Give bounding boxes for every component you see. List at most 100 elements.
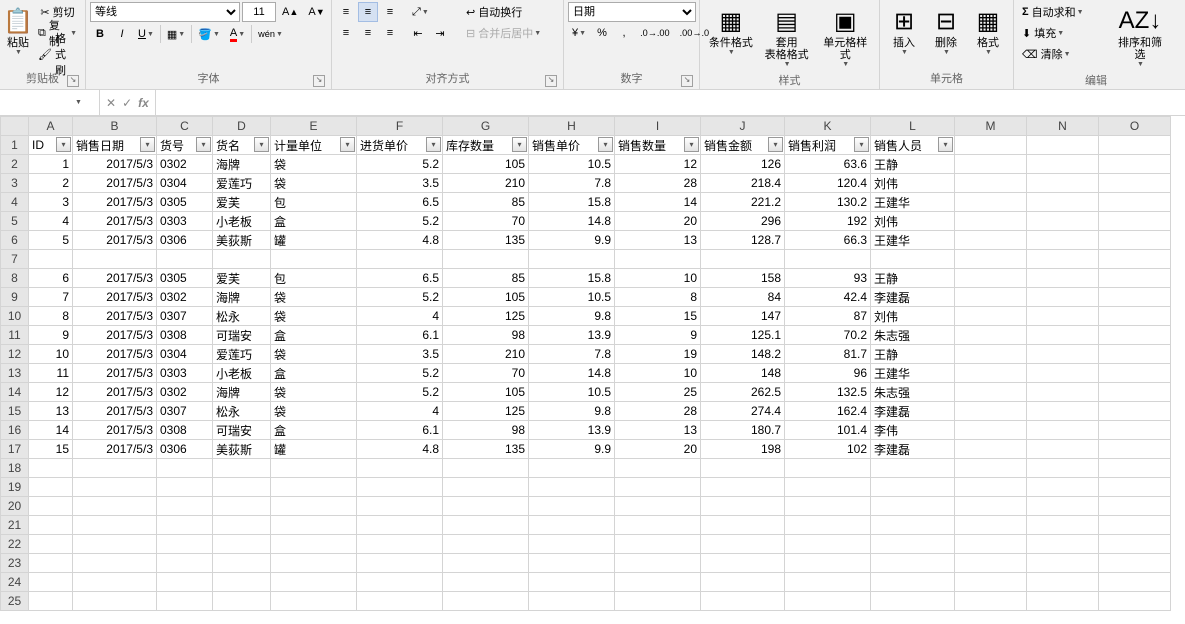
cell[interactable] [1099,174,1171,193]
cell[interactable]: 爱芙 [213,269,271,288]
cell[interactable]: 2017/5/3 [73,326,157,345]
wrap-text-button[interactable]: ↩ 自动换行 [462,2,562,22]
cell[interactable]: 李伟 [871,421,955,440]
cell[interactable]: 5.2 [357,155,443,174]
col-header-B[interactable]: B [73,117,157,136]
cell[interactable]: 0307 [157,402,213,421]
row-header[interactable]: 8 [1,269,29,288]
col-header-F[interactable]: F [357,117,443,136]
cell[interactable] [1027,592,1099,611]
cell[interactable]: 销售单价▾ [529,136,615,155]
cell[interactable]: 105 [443,288,529,307]
delete-button[interactable]: ⊟删除▼ [926,2,966,59]
cell[interactable]: 2017/5/3 [73,155,157,174]
cell[interactable] [213,592,271,611]
cell[interactable] [955,212,1027,231]
cell[interactable]: 132.5 [785,383,871,402]
filter-button[interactable]: ▾ [768,137,783,152]
cell[interactable]: 王静 [871,269,955,288]
cell[interactable]: 小老板 [213,364,271,383]
cell[interactable]: 进货单价▾ [357,136,443,155]
align-left-button[interactable]: ≡ [336,23,356,43]
cell[interactable] [157,459,213,478]
cell[interactable]: 125 [443,402,529,421]
conditional-format-button[interactable]: ▦ 条件格式▼ [704,2,758,59]
cell[interactable]: 19 [615,345,701,364]
cell[interactable]: 6 [29,269,73,288]
cell[interactable] [29,516,73,535]
format-table-button[interactable]: ▤ 套用 表格格式▼ [760,2,814,71]
row-header[interactable]: 6 [1,231,29,250]
cell[interactable] [529,554,615,573]
cell[interactable] [213,250,271,269]
cell[interactable] [443,478,529,497]
cell[interactable]: 罐 [271,440,357,459]
cell[interactable]: 8 [29,307,73,326]
cell[interactable] [443,250,529,269]
cell[interactable] [1099,212,1171,231]
cell[interactable]: 0306 [157,440,213,459]
cell[interactable] [615,459,701,478]
cell[interactable] [73,573,157,592]
cell[interactable]: 84 [701,288,785,307]
cell[interactable] [213,554,271,573]
col-header-G[interactable]: G [443,117,529,136]
cell[interactable] [1099,383,1171,402]
cell[interactable] [955,155,1027,174]
cell[interactable]: 105 [443,383,529,402]
cell[interactable]: 5.2 [357,364,443,383]
cell[interactable] [871,554,955,573]
border-button[interactable]: ▦▼ [163,24,189,44]
cell[interactable]: 296 [701,212,785,231]
cell[interactable] [871,497,955,516]
cell[interactable]: 0304 [157,174,213,193]
cell[interactable] [701,516,785,535]
cell[interactable]: 13.9 [529,326,615,345]
cell[interactable]: 0302 [157,155,213,174]
comma-button[interactable]: , [614,23,634,43]
cell[interactable] [1027,459,1099,478]
cell[interactable] [1099,193,1171,212]
cell[interactable]: 0305 [157,269,213,288]
cell[interactable] [955,364,1027,383]
cell[interactable]: 0302 [157,383,213,402]
cell[interactable]: 9 [29,326,73,345]
cell[interactable] [1099,440,1171,459]
cell[interactable] [955,193,1027,212]
col-header-I[interactable]: I [615,117,701,136]
sort-filter-button[interactable]: AZ↓ 排序和筛选▼ [1112,2,1168,71]
row-header[interactable]: 2 [1,155,29,174]
cell[interactable]: 罐 [271,231,357,250]
cell[interactable] [73,535,157,554]
cell[interactable] [213,573,271,592]
cell[interactable] [443,459,529,478]
cell[interactable] [955,592,1027,611]
cell[interactable] [615,535,701,554]
cell[interactable]: 15.8 [529,269,615,288]
cell[interactable] [955,459,1027,478]
cell[interactable] [1027,250,1099,269]
cell[interactable]: 0305 [157,193,213,212]
cell[interactable] [1099,307,1171,326]
cell[interactable] [271,554,357,573]
cell[interactable] [529,573,615,592]
cell[interactable]: 包 [271,193,357,212]
cell[interactable] [271,592,357,611]
cell[interactable] [1099,326,1171,345]
row-header[interactable]: 5 [1,212,29,231]
cell[interactable]: 10.5 [529,288,615,307]
cell[interactable] [1027,364,1099,383]
cell[interactable] [1099,554,1171,573]
cell[interactable]: 美荻斯 [213,231,271,250]
cell[interactable] [1027,288,1099,307]
cell[interactable] [871,250,955,269]
cell[interactable] [29,459,73,478]
cell[interactable]: 0304 [157,345,213,364]
cell[interactable]: 10 [615,364,701,383]
cell[interactable] [1099,269,1171,288]
cell[interactable]: 5.2 [357,383,443,402]
cell[interactable] [701,497,785,516]
cell[interactable] [701,478,785,497]
row-header[interactable]: 24 [1,573,29,592]
cell[interactable] [955,383,1027,402]
